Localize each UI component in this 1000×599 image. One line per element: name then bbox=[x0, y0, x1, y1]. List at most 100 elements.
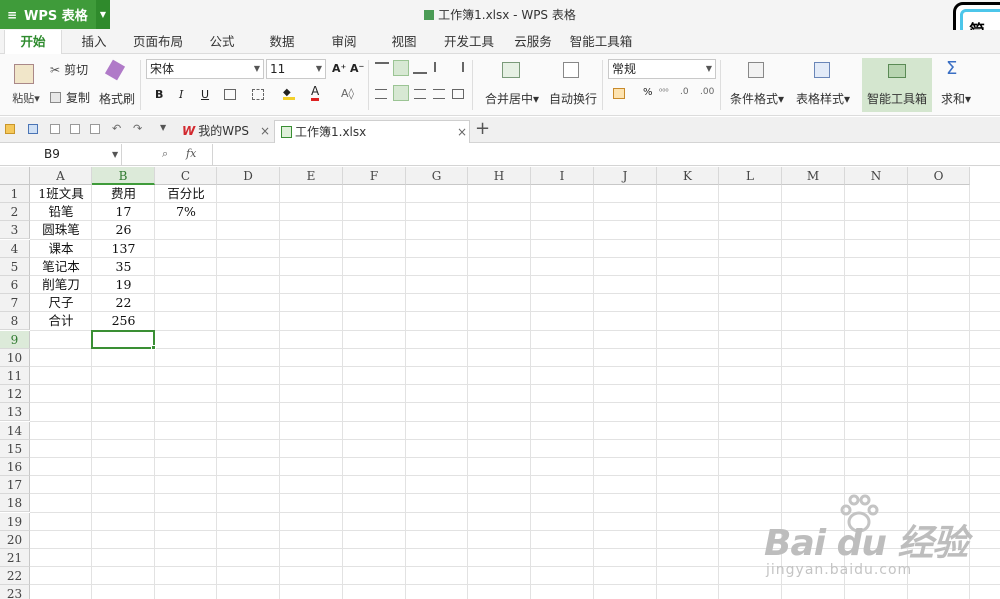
row-header-8[interactable]: 8 bbox=[0, 312, 30, 331]
column-header-m[interactable]: M bbox=[782, 167, 845, 185]
zoom-icon[interactable]: ⌕ bbox=[162, 147, 168, 161]
indent-increase-icon[interactable] bbox=[452, 62, 464, 72]
row-header-10[interactable]: 10 bbox=[0, 348, 30, 367]
cell-b1[interactable]: 费用 bbox=[92, 185, 155, 203]
thousands-button[interactable]: ⁰⁰⁰ bbox=[659, 87, 669, 96]
cell-a6[interactable]: 削笔刀 bbox=[30, 276, 92, 294]
tab-review[interactable]: 审阅 bbox=[320, 30, 368, 54]
distributed-icon[interactable] bbox=[452, 89, 464, 99]
row-header-6[interactable]: 6 bbox=[0, 276, 30, 294]
tab-cloud-services[interactable]: 云服务 bbox=[508, 30, 558, 54]
column-header-h[interactable]: H bbox=[468, 167, 531, 185]
underline-button[interactable]: U bbox=[201, 88, 209, 101]
row-header-21[interactable]: 21 bbox=[0, 549, 30, 567]
cell-b5[interactable]: 35 bbox=[92, 258, 155, 276]
row-header-15[interactable]: 15 bbox=[0, 439, 30, 458]
column-header-b[interactable]: B bbox=[92, 167, 155, 185]
row-header-14[interactable]: 14 bbox=[0, 421, 30, 440]
italic-button[interactable]: I bbox=[179, 88, 183, 101]
align-top-icon[interactable] bbox=[375, 62, 389, 74]
borders-icon[interactable] bbox=[224, 89, 236, 100]
customize-dropdown-icon[interactable]: ▼ bbox=[160, 123, 166, 132]
cell-b7[interactable]: 22 bbox=[92, 294, 155, 312]
currency-icon[interactable] bbox=[613, 88, 625, 99]
row-header-9[interactable]: 9 bbox=[0, 330, 30, 349]
align-left-icon[interactable] bbox=[375, 89, 387, 99]
clear-format-icon[interactable]: A◊ bbox=[341, 87, 354, 100]
row-header-16[interactable]: 16 bbox=[0, 458, 30, 476]
tab-smart-toolbox[interactable]: 智能工具箱 bbox=[566, 30, 636, 54]
row-header-18[interactable]: 18 bbox=[0, 494, 30, 513]
name-box[interactable]: B9 ▼ bbox=[0, 144, 122, 166]
align-center-icon[interactable] bbox=[393, 85, 409, 101]
function-button[interactable]: fx bbox=[186, 147, 196, 160]
column-header-i[interactable]: I bbox=[531, 167, 594, 185]
row-header-5[interactable]: 5 bbox=[0, 257, 30, 276]
row-header-19[interactable]: 19 bbox=[0, 512, 30, 531]
fill-color-icon[interactable]: ◆ bbox=[283, 87, 295, 100]
justify-icon[interactable] bbox=[433, 89, 445, 99]
row-header-13[interactable]: 13 bbox=[0, 403, 30, 422]
tab-page-layout[interactable]: 页面布局 bbox=[128, 30, 188, 54]
fill-handle[interactable] bbox=[151, 344, 156, 350]
tab-insert[interactable]: 插入 bbox=[70, 30, 118, 54]
tab-formulas[interactable]: 公式 bbox=[198, 30, 246, 54]
cell-style-icon[interactable] bbox=[252, 89, 264, 100]
new-tab-button[interactable]: + bbox=[475, 118, 490, 139]
percent-button[interactable]: % bbox=[643, 87, 653, 98]
font-name-select[interactable]: 宋体 ▼ bbox=[146, 59, 264, 79]
column-header-o[interactable]: O bbox=[908, 167, 970, 185]
tab-data[interactable]: 数据 bbox=[258, 30, 306, 54]
column-header-g[interactable]: G bbox=[406, 167, 468, 185]
column-header-c[interactable]: C bbox=[155, 167, 217, 185]
row-header-20[interactable]: 20 bbox=[0, 530, 30, 549]
align-bottom-icon[interactable] bbox=[413, 62, 427, 74]
doc-tab-my-wps[interactable]: W 我的WPS × bbox=[176, 120, 272, 143]
formula-input[interactable] bbox=[212, 144, 1000, 166]
tab-home[interactable]: 开始 bbox=[4, 30, 62, 55]
cell-b8[interactable]: 256 bbox=[92, 312, 155, 330]
column-header-l[interactable]: L bbox=[719, 167, 782, 185]
row-header-2[interactable]: 2 bbox=[0, 203, 30, 222]
decrease-decimal-icon[interactable]: .00 bbox=[700, 87, 714, 97]
column-header-e[interactable]: E bbox=[280, 167, 343, 185]
row-header-17[interactable]: 17 bbox=[0, 476, 30, 495]
align-right-icon[interactable] bbox=[414, 89, 426, 99]
active-cell-selection[interactable] bbox=[91, 329, 155, 349]
column-header-n[interactable]: N bbox=[845, 167, 908, 185]
cell-b3[interactable]: 26 bbox=[92, 221, 155, 239]
number-format-select[interactable]: 常规 ▼ bbox=[608, 59, 716, 79]
increase-decimal-icon[interactable]: .0 bbox=[680, 87, 689, 97]
shrink-font-button[interactable]: A⁻ bbox=[350, 62, 364, 75]
tab-developer[interactable]: 开发工具 bbox=[438, 30, 500, 54]
cut-button[interactable]: ✂ 剪切 bbox=[50, 61, 88, 78]
wps-app-menu-button[interactable]: ≡ WPS 表格 ▼ bbox=[0, 0, 110, 29]
cell-a1[interactable]: 1班文具 bbox=[30, 185, 92, 203]
column-header-k[interactable]: K bbox=[657, 167, 719, 185]
export-icon[interactable] bbox=[50, 124, 60, 134]
cell-a3[interactable]: 圆珠笔 bbox=[30, 221, 92, 239]
cell-a7[interactable]: 尺子 bbox=[30, 294, 92, 312]
cell-c1[interactable]: 百分比 bbox=[155, 185, 217, 203]
preview-icon[interactable] bbox=[90, 124, 100, 134]
close-icon[interactable]: × bbox=[457, 121, 467, 143]
row-header-1[interactable]: 1 bbox=[0, 185, 30, 203]
row-header-11[interactable]: 11 bbox=[0, 367, 30, 385]
grow-font-button[interactable]: A⁺ bbox=[332, 62, 346, 75]
print-icon[interactable] bbox=[70, 124, 80, 134]
font-size-select[interactable]: 11 ▼ bbox=[266, 59, 326, 79]
align-middle-icon[interactable] bbox=[393, 60, 409, 76]
indent-decrease-icon[interactable] bbox=[434, 62, 446, 72]
cell-b4[interactable]: 137 bbox=[92, 240, 155, 258]
column-header-a[interactable]: A bbox=[30, 167, 92, 185]
row-header-23[interactable]: 23 bbox=[0, 585, 30, 599]
cell-b6[interactable]: 19 bbox=[92, 276, 155, 294]
bold-button[interactable]: B bbox=[155, 88, 163, 101]
chevron-down-icon[interactable]: ▼ bbox=[112, 144, 118, 165]
smart-toolbox-button[interactable]: 智能工具箱 bbox=[862, 58, 932, 112]
column-header-f[interactable]: F bbox=[343, 167, 406, 185]
row-header-22[interactable]: 22 bbox=[0, 567, 30, 586]
chevron-down-icon[interactable]: ▼ bbox=[96, 0, 110, 29]
tab-view[interactable]: 视图 bbox=[380, 30, 428, 54]
undo-icon[interactable]: ↶ bbox=[112, 122, 121, 135]
